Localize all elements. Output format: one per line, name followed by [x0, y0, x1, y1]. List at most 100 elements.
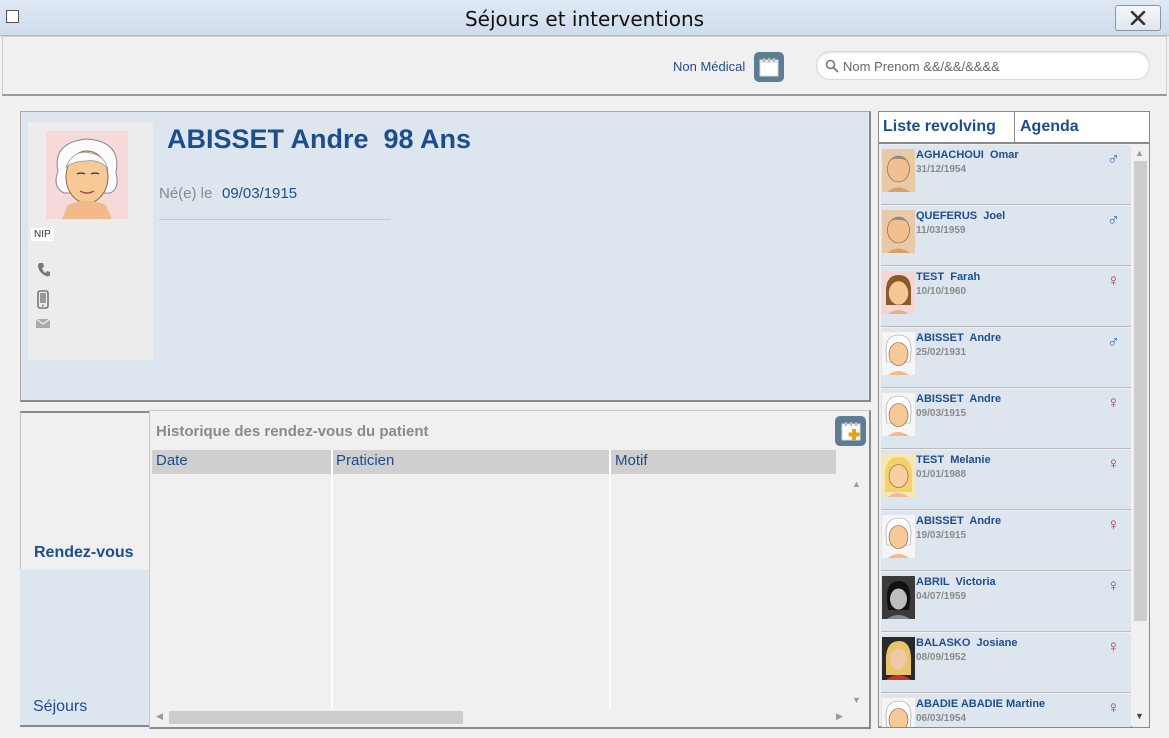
nip-label: NIP [31, 228, 54, 241]
avatar [882, 210, 915, 253]
scroll-down-icon[interactable]: ▼ [852, 695, 861, 705]
patient-name: ABISSET Andre [916, 332, 1002, 344]
patient-dob: 19/03/1915 [916, 530, 967, 541]
male-icon: ♂ [1107, 332, 1120, 351]
search-input[interactable] [843, 57, 1139, 75]
patient-dob: 01/01/1988 [916, 469, 967, 480]
divider [159, 219, 391, 220]
window-title: Séjours et interventions [464, 7, 705, 31]
patient-dob: 08/09/1952 [916, 652, 967, 663]
patient-contact-column: NIP [28, 122, 153, 360]
female-icon: ♀ [1107, 271, 1120, 290]
column-header-praticien[interactable]: Praticien [336, 452, 394, 469]
list-item[interactable]: BALASKO Josiane 08/09/1952 ♀ [881, 633, 1131, 693]
list-item[interactable]: ABISSET Andre 19/03/1915 ♀ [881, 511, 1131, 571]
non-medical-calendar-button[interactable] [754, 52, 784, 82]
avatar [882, 576, 915, 619]
female-icon: ♀ [1107, 393, 1120, 412]
tab-agenda[interactable]: Agenda [1015, 112, 1149, 142]
phone-icon [38, 263, 50, 277]
scroll-down-icon[interactable]: ▼ [1135, 711, 1144, 721]
dob-value: 09/03/1915 [222, 185, 298, 202]
patient-name: TEST Melanie [916, 454, 991, 466]
patient-dob: 25/02/1931 [916, 347, 967, 358]
patient-name: ABISSET Andre [916, 393, 1002, 405]
column-separator [609, 450, 611, 710]
patient-card: NIP ABISSET Andre 98 Ans Né(e) le 09/03/… [20, 111, 871, 402]
list-item[interactable]: ABRIL Victoria 04/07/1959 ♀ [881, 572, 1131, 632]
avatar [882, 637, 915, 680]
close-button[interactable] [1115, 5, 1161, 31]
search-icon [825, 59, 839, 73]
grid-vertical-scrollbar[interactable]: ▲ ▼ [849, 475, 866, 711]
tab-rendez-vous[interactable]: Rendez-vous [20, 411, 150, 569]
patient-name: ABISSET Andre [916, 515, 1002, 527]
list-item[interactable]: ABISSET Andre 09/03/1915 ♀ [881, 389, 1131, 449]
list-item[interactable]: ABISSET Andre 25/02/1931 ♂ [881, 328, 1131, 388]
patient-name: AGHACHOUI Omar [916, 149, 1019, 161]
mobile-icon [37, 290, 49, 309]
patient-name: QUEFERUS Joel [916, 210, 1006, 222]
patient-dob: 09/03/1915 [916, 408, 967, 419]
close-icon [1130, 11, 1146, 25]
female-icon: ♀ [1107, 637, 1120, 656]
patient-dob: 31/12/1954 [916, 164, 967, 175]
patient-avatar [46, 131, 128, 219]
appointments-section: Rendez-vous Séjours Historique des rende… [20, 410, 871, 729]
female-icon: ♀ [1107, 698, 1120, 717]
patient-dob: 06/03/1954 [916, 713, 967, 724]
list-item[interactable]: QUEFERUS Joel 11/03/1959 ♂ [881, 206, 1131, 266]
scroll-up-icon[interactable]: ▲ [852, 479, 861, 489]
patient-list: AGHACHOUI Omar 31/12/1954 ♂ QUEFERUS Joe… [881, 145, 1131, 727]
avatar [882, 515, 915, 558]
horizontal-scroll-thumb[interactable] [169, 711, 463, 724]
add-appointment-button[interactable] [835, 416, 866, 446]
appointments-panel: Historique des rendez-vous du patient Da… [149, 410, 871, 729]
female-icon: ♀ [1107, 576, 1120, 595]
tab-sejours[interactable]: Séjours [20, 570, 150, 727]
patient-name: BALASKO Josiane [916, 637, 1018, 649]
appointments-title: Historique des rendez-vous du patient [156, 423, 429, 440]
male-icon: ♂ [1107, 149, 1120, 168]
title-bar: Séjours et interventions [0, 0, 1169, 36]
appointments-grid-header: Date Praticien Motif [152, 450, 836, 474]
patient-dob: 04/07/1959 [916, 591, 967, 602]
vertical-scroll-thumb[interactable] [1134, 161, 1147, 621]
scroll-right-icon[interactable]: ▶ [836, 711, 843, 722]
patient-dob: 10/10/1960 [916, 286, 967, 297]
patient-list-scrollbar[interactable]: ▲ ▼ [1132, 145, 1149, 727]
male-icon: ♂ [1107, 210, 1120, 229]
patient-name-age: ABISSET Andre 98 Ans [167, 124, 472, 154]
avatar [882, 332, 915, 375]
grid-horizontal-scrollbar[interactable]: ◀ ▶ [152, 709, 849, 726]
column-header-date[interactable]: Date [156, 452, 188, 469]
list-item[interactable]: TEST Melanie 01/01/1988 ♀ [881, 450, 1131, 510]
female-icon: ♀ [1107, 515, 1120, 534]
toolbar: Non Médical [2, 36, 1167, 96]
avatar [882, 393, 915, 436]
list-item[interactable]: TEST Farah 10/10/1960 ♀ [881, 267, 1131, 327]
list-item[interactable]: ABADIE ABADIE Martine 06/03/1954 ♀ [881, 694, 1131, 727]
avatar [882, 271, 915, 314]
calendar-icon [759, 58, 779, 77]
column-header-motif[interactable]: Motif [615, 452, 648, 469]
patient-search-box[interactable] [816, 51, 1150, 80]
mail-icon [35, 318, 51, 328]
calendar-add-icon [841, 422, 860, 441]
scroll-left-icon[interactable]: ◀ [156, 711, 163, 722]
avatar [882, 698, 915, 727]
non-medical-label[interactable]: Non Médical [673, 59, 745, 74]
patient-name: TEST Farah [916, 271, 981, 283]
tab-rendez-vous-label: Rendez-vous [34, 544, 134, 561]
tab-sejours-label: Séjours [33, 698, 88, 715]
list-item[interactable]: AGHACHOUI Omar 31/12/1954 ♂ [881, 145, 1131, 205]
dob-label: Né(e) le [159, 185, 213, 202]
patient-dob: 11/03/1959 [916, 225, 966, 236]
female-icon: ♀ [1107, 454, 1120, 473]
column-separator [331, 450, 333, 710]
divider [879, 142, 1149, 144]
avatar [882, 454, 915, 497]
scroll-up-icon[interactable]: ▲ [1135, 148, 1144, 158]
tab-liste-revolving[interactable]: Liste revolving [879, 112, 1015, 142]
revolving-list-panel: Liste revolving Agenda AGHACHOUI Omar 31… [878, 111, 1150, 728]
